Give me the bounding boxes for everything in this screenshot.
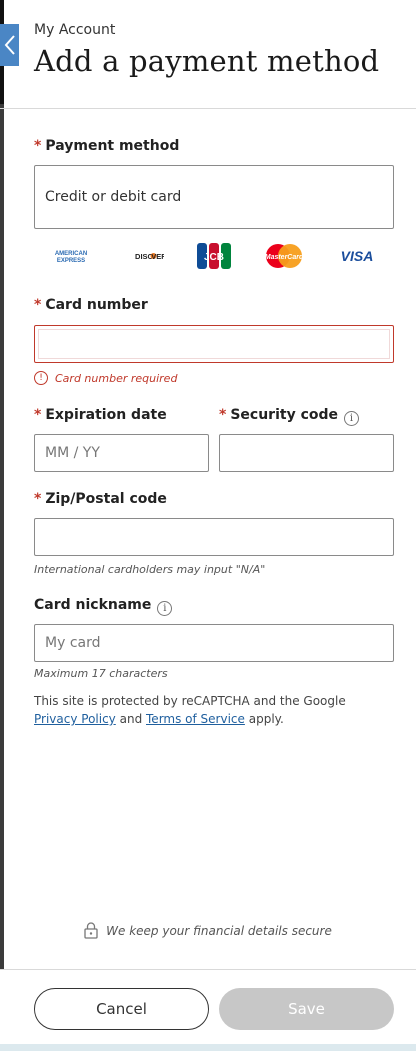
amex-logo: AMERICAN EXPRESS <box>51 248 91 264</box>
card-number-input[interactable] <box>34 325 394 363</box>
zip-label: * Zip/Postal code <box>34 491 167 507</box>
visa-logo: VISA <box>337 248 377 264</box>
svg-text:EXPRESS: EXPRESS <box>56 258 84 264</box>
error-icon: ! <box>34 371 48 385</box>
footer: Cancel Save <box>0 969 416 1051</box>
cancel-button[interactable]: Cancel <box>34 988 209 1030</box>
payment-method-select[interactable]: Credit or debit card <box>34 165 394 229</box>
info-icon[interactable]: i <box>344 411 360 426</box>
card-number-error: ! Card number required <box>34 371 177 385</box>
nickname-hint: Maximum 17 characters <box>34 667 168 680</box>
expiration-input[interactable]: MM / YY <box>34 434 209 472</box>
breadcrumb: My Account <box>34 22 116 38</box>
card-number-label: * Card number <box>34 297 148 313</box>
svg-text:JCB: JCB <box>204 252 224 263</box>
left-edge-strip <box>0 0 4 1051</box>
terms-of-service-link[interactable]: Terms of Service <box>146 712 245 726</box>
zip-hint: International cardholders may input "N/A… <box>34 563 266 576</box>
svg-text:VER: VER <box>151 252 164 261</box>
nickname-label: Card nickname i <box>34 597 173 616</box>
jcb-logo: JCB <box>196 243 231 269</box>
mastercard-logo: MasterCard <box>264 243 304 269</box>
card-brands: AMERICANEXPRESS DISCVER JCB MasterCard V… <box>34 240 394 272</box>
security-code-input[interactable] <box>219 434 394 472</box>
privacy-policy-link[interactable]: Privacy Policy <box>34 712 116 726</box>
discover-logo: DISCVER <box>124 250 164 262</box>
zip-input[interactable] <box>34 518 394 556</box>
payment-method-label: * Payment method <box>34 138 180 154</box>
secure-note: We keep your financial details secure <box>0 922 416 939</box>
svg-text:VISA: VISA <box>341 248 374 264</box>
nickname-input[interactable]: My card <box>34 624 394 662</box>
expiration-label: * Expiration date <box>34 407 167 423</box>
recaptcha-notice: This site is protected by reCAPTCHA and … <box>34 694 346 726</box>
save-button[interactable]: Save <box>219 988 394 1030</box>
info-icon[interactable]: i <box>157 601 173 616</box>
lock-icon <box>84 922 98 939</box>
page-title: Add a payment method <box>34 44 380 78</box>
back-button[interactable] <box>0 24 19 66</box>
svg-text:MasterCard: MasterCard <box>265 254 304 261</box>
bottom-bar <box>0 1044 416 1051</box>
svg-text:AMERICAN: AMERICAN <box>54 251 86 257</box>
chevron-left-icon <box>4 35 15 55</box>
header: My Account Add a payment method <box>0 0 416 109</box>
security-code-label: * Security code i <box>219 407 360 426</box>
payment-method-value: Credit or debit card <box>45 189 182 205</box>
